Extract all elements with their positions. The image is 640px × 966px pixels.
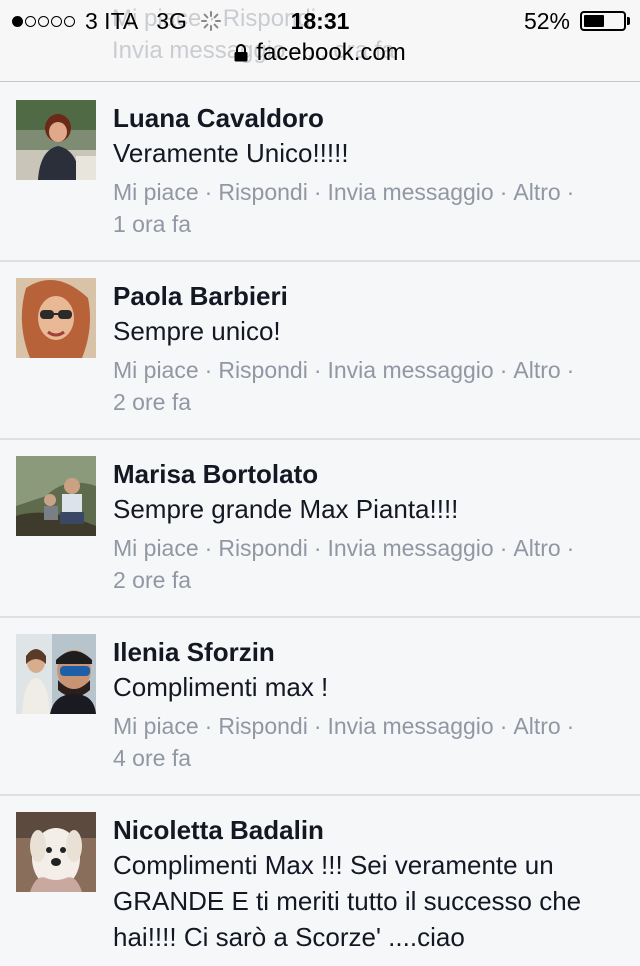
comment-item: Paola Barbieri Sempre unico! Mi piace · Ri… (0, 262, 640, 440)
comment-actions: Mi piace · Rispondi · Invia messaggio · Altro · (113, 179, 575, 205)
battery-percent: 52% (523, 7, 570, 34)
commenter-name[interactable]: Ilenia Sforzin (113, 636, 622, 668)
reply-link[interactable]: Rispondi (218, 535, 308, 561)
comment-text: Sempre grande Max Pianta!!!! (113, 494, 459, 524)
comment-item: Nicoletta Badalin Complimenti Max !!! Se… (0, 796, 640, 966)
commenter-name[interactable]: Paola Barbieri (113, 280, 622, 312)
comment-timestamp[interactable]: 2 ore fa (113, 564, 622, 596)
avatar[interactable] (16, 100, 96, 180)
more-link[interactable]: Altro (513, 713, 560, 739)
like-link[interactable]: Mi piace (113, 713, 199, 739)
comment-actions: Mi piace · Rispondi · Invia messaggio · Altro · (113, 535, 575, 561)
reply-link[interactable]: Rispondi (218, 179, 308, 205)
avatar-photo (16, 456, 96, 536)
like-link[interactable]: Mi piace (113, 357, 199, 383)
comment-text: Veramente Unico!!!!! (113, 138, 349, 168)
send-message-link[interactable]: Invia messaggio (328, 179, 494, 205)
reply-link[interactable]: Rispondi (218, 357, 308, 383)
avatar[interactable] (16, 278, 96, 358)
comment-text: Complimenti Max !!! Sei veramente un GRA… (113, 850, 582, 952)
send-message-link[interactable]: Invia messaggio (328, 535, 494, 561)
lock-icon (234, 44, 248, 62)
url-text: facebook.com (256, 39, 406, 66)
commenter-name[interactable]: Luana Cavaldoro (113, 102, 622, 134)
like-link[interactable]: Mi piace (113, 535, 199, 561)
comment-item: Luana Cavaldoro Veramente Unico!!!!! Mi … (0, 84, 640, 262)
comment-actions: Mi piace · Rispondi · Invia messaggio · Altro · (113, 713, 575, 739)
comment-timestamp[interactable]: 4 ore fa (113, 742, 622, 774)
reply-link[interactable]: Rispondi (218, 713, 308, 739)
avatar[interactable] (16, 812, 96, 892)
comment-timestamp[interactable]: 1 ora fa (113, 208, 622, 240)
status-right-group: 52% (524, 6, 630, 36)
send-message-link[interactable]: Invia messaggio (328, 357, 494, 383)
comment-actions: Mi piace · Rispondi · Invia messaggio · Altro · (113, 357, 575, 383)
more-link[interactable]: Altro (513, 357, 560, 383)
commenter-name[interactable]: Marisa Bortolato (113, 458, 622, 490)
commenter-name[interactable]: Nicoletta Badalin (113, 814, 622, 846)
comment-timestamp[interactable]: 2 ore fa (113, 386, 622, 418)
avatar[interactable] (16, 456, 96, 536)
battery-tip (627, 17, 630, 25)
comment-text: Sempre unico! (113, 316, 281, 346)
avatar[interactable] (16, 634, 96, 714)
avatar-photo (16, 100, 96, 180)
avatar-photo (16, 278, 96, 358)
avatar-photo (16, 634, 96, 714)
comment-item: Marisa Bortolato Sempre grande Max Piant… (0, 440, 640, 618)
comment-item: Ilenia Sforzin Complimenti max ! Mi piac… (0, 618, 640, 796)
more-link[interactable]: Altro (513, 179, 560, 205)
send-message-link[interactable]: Invia messaggio (328, 713, 494, 739)
battery-icon (580, 11, 626, 31)
more-link[interactable]: Altro (513, 535, 560, 561)
comment-text: Complimenti max ! (113, 672, 329, 702)
comment-list: Luana Cavaldoro Veramente Unico!!!!! Mi … (0, 84, 640, 966)
ios-status-bar: Mi piace · Rispondi · Invia messaggio · … (0, 0, 640, 82)
like-link[interactable]: Mi piace (113, 179, 199, 205)
avatar-photo (16, 812, 96, 892)
address-bar[interactable]: facebook.com (0, 38, 640, 68)
